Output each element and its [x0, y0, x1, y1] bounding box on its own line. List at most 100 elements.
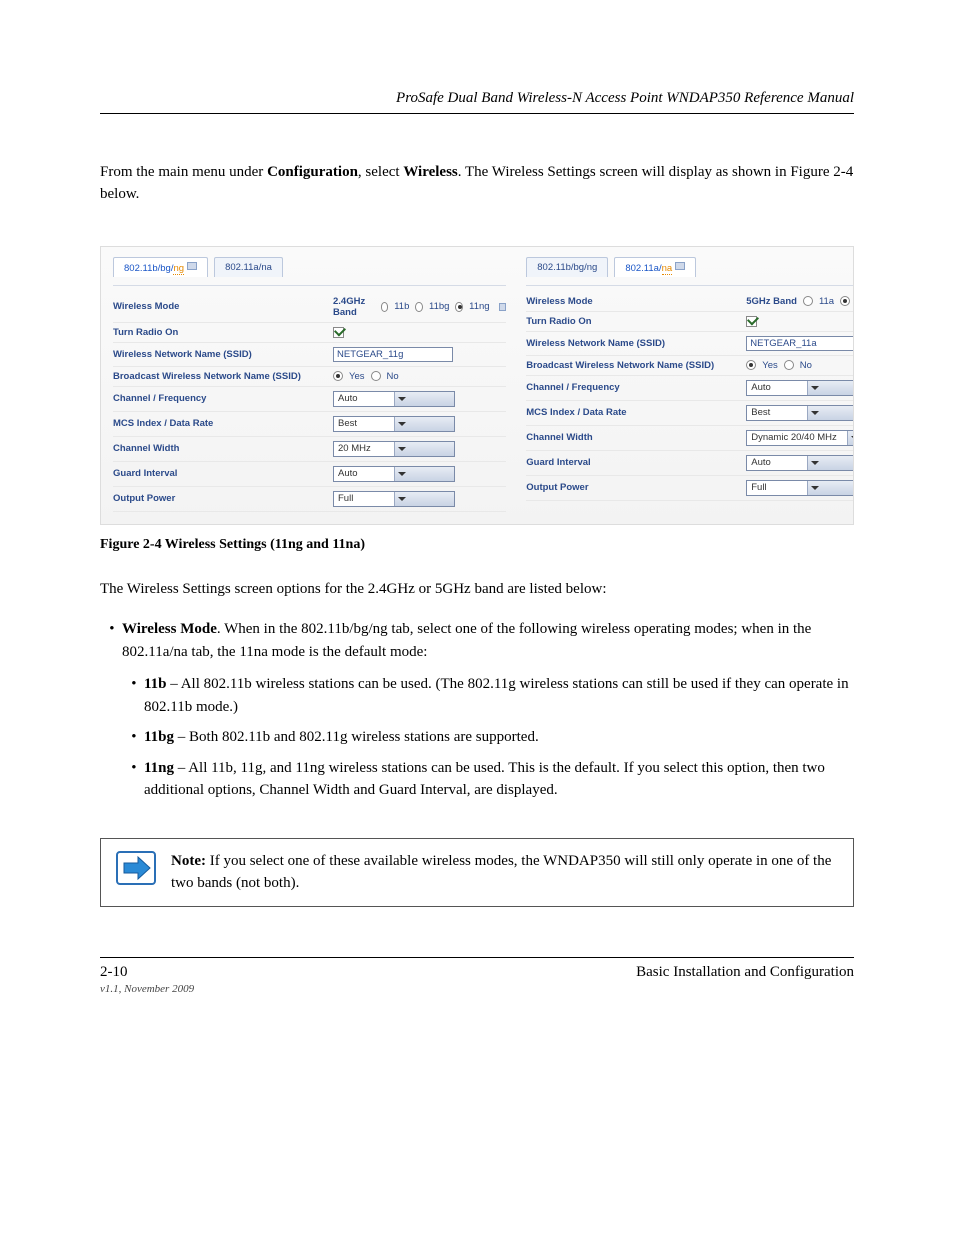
row-label: Guard Interval	[526, 457, 746, 468]
row-label: Channel Width	[526, 432, 746, 443]
settings-row: Channel WidthDynamic 20/40 MHz	[526, 426, 854, 451]
settings-row: Wireless Mode2.4GHz Band11b11bg11ng	[113, 292, 506, 323]
chevron-down-icon	[807, 456, 854, 470]
row-value	[333, 347, 506, 362]
checkbox[interactable]	[333, 327, 344, 338]
tab-11bg-ng-right[interactable]: 802.11b/bg/ng	[526, 257, 608, 277]
settings-panel-left: Wireless Mode2.4GHz Band11b11bg11ngTurn …	[113, 285, 506, 512]
settings-row: Broadcast Wireless Network Name (SSID)Ye…	[113, 367, 506, 387]
tab-11na[interactable]: 802.11a/na	[614, 257, 696, 277]
chevron-down-icon	[394, 467, 454, 481]
intro-paragraph: From the main menu under Configuration, …	[100, 162, 854, 206]
tab-11ng[interactable]: 802.11b/bg/ng	[113, 257, 208, 277]
body-text: The Wireless Settings screen options for…	[100, 579, 854, 601]
select[interactable]: Full	[333, 491, 455, 507]
row-label: Channel Width	[113, 443, 333, 454]
chevron-down-icon	[394, 417, 454, 431]
row-value: Auto	[333, 466, 506, 482]
radio-11na[interactable]	[840, 296, 850, 306]
radio-11a[interactable]	[803, 296, 813, 306]
chevron-down-icon	[394, 392, 454, 406]
text-input[interactable]	[333, 347, 453, 362]
help-icon	[499, 303, 507, 311]
row-label: MCS Index / Data Rate	[113, 418, 333, 429]
row-label: Wireless Network Name (SSID)	[526, 338, 746, 349]
tabs-right: 802.11b/bg/ng 802.11a/na	[526, 257, 854, 277]
row-label: Wireless Mode	[526, 296, 746, 307]
row-value: YesNo	[333, 371, 506, 382]
row-label: Turn Radio On	[113, 327, 333, 338]
doc-title: ProSafe Dual Band Wireless-N Access Poin…	[396, 90, 854, 106]
figure-screenshots: 802.11b/bg/ng 802.11a/na Wireless Mode2.…	[100, 246, 854, 525]
row-value: YesNo	[746, 360, 854, 371]
row-label: MCS Index / Data Rate	[526, 407, 746, 418]
select[interactable]: Auto	[746, 380, 854, 396]
bullet-list: Wireless Mode. When in the 802.11b/bg/ng…	[100, 618, 854, 802]
row-label: Wireless Network Name (SSID)	[113, 349, 333, 360]
settings-row: Wireless Mode5GHz Band11a11na	[526, 292, 854, 312]
settings-row: Channel / FrequencyAuto	[526, 376, 854, 401]
note-arrow-icon	[115, 851, 157, 885]
settings-row: Wireless Network Name (SSID)	[526, 332, 854, 356]
row-value	[746, 336, 854, 351]
footer-section-title: Basic Installation and Configuration	[636, 964, 854, 995]
settings-panel-right: Wireless Mode5GHz Band11a11na Turn Radio …	[526, 285, 854, 501]
select[interactable]: Best	[746, 405, 854, 421]
select[interactable]: Best	[333, 416, 455, 432]
select[interactable]: Auto	[746, 455, 854, 471]
chevron-down-icon	[847, 431, 854, 445]
select[interactable]: Dynamic 20/40 MHz	[746, 430, 854, 446]
select[interactable]: Auto	[333, 391, 455, 407]
radio-no[interactable]	[371, 371, 381, 381]
radio-11b[interactable]	[381, 302, 389, 312]
radio-yes[interactable]	[746, 360, 756, 370]
chevron-down-icon	[394, 492, 454, 506]
page-footer: 2-10 v1.1, November 2009 Basic Installat…	[100, 957, 854, 995]
list-item: 11b – All 802.11b wireless stations can …	[144, 673, 854, 718]
settings-row: MCS Index / Data RateBest	[113, 412, 506, 437]
row-value	[333, 327, 506, 338]
help-icon	[187, 262, 197, 270]
settings-row: MCS Index / Data RateBest	[526, 401, 854, 426]
radio-11ng[interactable]	[455, 302, 463, 312]
settings-row: Turn Radio On	[113, 323, 506, 343]
chevron-down-icon	[394, 442, 454, 456]
radio-yes[interactable]	[333, 371, 343, 381]
settings-row: Wireless Network Name (SSID)	[113, 343, 506, 367]
row-label: Wireless Mode	[113, 301, 333, 312]
note-box: Note: If you select one of these availab…	[100, 838, 854, 908]
settings-row: Output PowerFull	[113, 487, 506, 512]
settings-row: Output PowerFull	[526, 476, 854, 501]
select[interactable]: Auto	[333, 466, 455, 482]
row-value: 2.4GHz Band11b11bg11ng	[333, 296, 506, 318]
checkbox[interactable]	[746, 316, 757, 327]
text-input[interactable]	[746, 336, 854, 351]
settings-row: Guard IntervalAuto	[113, 462, 506, 487]
row-label: Turn Radio On	[526, 316, 746, 327]
list-item: 11bg – Both 802.11b and 802.11g wireless…	[144, 726, 854, 749]
select[interactable]: Full	[746, 480, 854, 496]
figure-caption: Figure 2-4 Wireless Settings (11ng and 1…	[100, 537, 854, 553]
radio-11bg[interactable]	[415, 302, 423, 312]
list-item: 11ng – All 11b, 11g, and 11ng wireless s…	[144, 757, 854, 802]
row-label: Channel / Frequency	[526, 382, 746, 393]
chevron-down-icon	[807, 481, 854, 495]
row-label: Broadcast Wireless Network Name (SSID)	[113, 371, 333, 382]
select[interactable]: 20 MHz	[333, 441, 455, 457]
tabs-left: 802.11b/bg/ng 802.11a/na	[113, 257, 506, 277]
settings-row: Broadcast Wireless Network Name (SSID)Ye…	[526, 356, 854, 376]
row-value: Best	[746, 405, 854, 421]
list-item: Wireless Mode. When in the 802.11b/bg/ng…	[122, 618, 854, 802]
note-text: Note: If you select one of these availab…	[171, 851, 839, 895]
settings-row: Turn Radio On	[526, 312, 854, 332]
chevron-down-icon	[807, 381, 854, 395]
row-label: Output Power	[113, 493, 333, 504]
radio-no[interactable]	[784, 360, 794, 370]
settings-row: Channel Width20 MHz	[113, 437, 506, 462]
row-value: Auto	[333, 391, 506, 407]
row-value: Dynamic 20/40 MHz	[746, 430, 854, 446]
row-value: Auto	[746, 455, 854, 471]
row-value: Auto	[746, 380, 854, 396]
doc-version: v1.1, November 2009	[100, 983, 194, 995]
tab-11a-na-left[interactable]: 802.11a/na	[214, 257, 283, 277]
